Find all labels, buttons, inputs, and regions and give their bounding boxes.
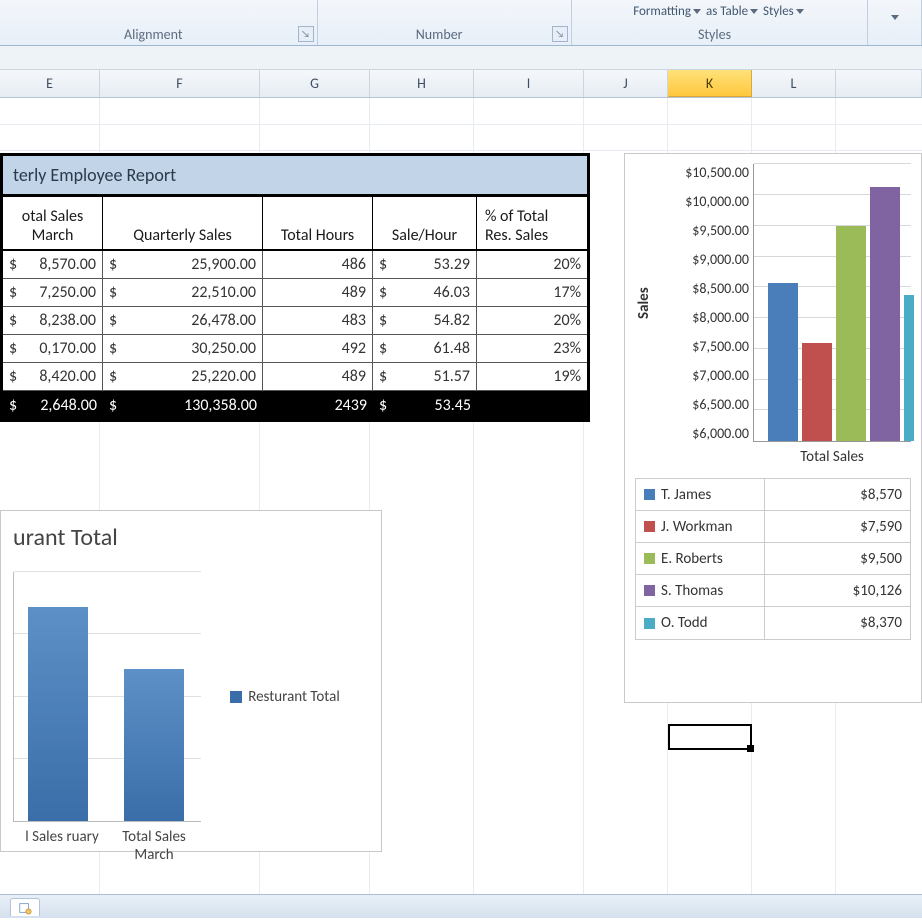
chart2-plot <box>753 164 911 442</box>
col-header-K[interactable]: K <box>668 70 752 97</box>
table-row[interactable]: $7,250.00 $22,510.00 489 $46.03 17% <box>3 279 587 307</box>
chart2-bar-sthomas <box>870 187 900 441</box>
styles-astable-button[interactable]: as Table <box>706 4 748 19</box>
chevron-down-icon[interactable] <box>796 9 804 14</box>
styles-formatting-button[interactable]: Formatting <box>633 4 691 19</box>
dialog-launcher-alignment[interactable]: ↘ <box>298 26 314 42</box>
sales-chart[interactable]: Sales $10,500.00 $10,000.00 $9,500.00 $9… <box>624 153 922 703</box>
table-row[interactable]: $0,170.00 $30,250.00 492 $61.48 23% <box>3 335 587 363</box>
column-headers: E F G H I J K L <box>0 70 922 98</box>
restaurant-total-chart[interactable]: urant Total Resturant Total l Sales ruar… <box>0 510 382 852</box>
table-header-row: otal SalesMarch Quarterly Sales Total Ho… <box>3 197 587 251</box>
legend-row: S. Thomas $10,126 <box>636 575 910 607</box>
ribbon-group-number: Number ↘ <box>318 0 572 45</box>
col-header-H[interactable]: H <box>370 70 474 97</box>
square-icon <box>644 585 655 596</box>
chart2-category-label: Total Sales <box>753 448 911 466</box>
chevron-down-icon[interactable] <box>693 9 701 14</box>
ribbon-label-styles: Styles <box>572 26 857 43</box>
col-header-E[interactable]: E <box>0 70 100 97</box>
sheet-icon <box>18 901 32 915</box>
chart2-bar-jworkman <box>802 343 832 441</box>
legend-row: O. Todd $8,370 <box>636 607 910 639</box>
hdr-sale-per-hour: Sale/Hour <box>373 197 477 251</box>
chart1-legend: Resturant Total <box>201 572 369 822</box>
employee-report-table: terly Employee Report otal SalesMarch Qu… <box>0 153 590 422</box>
col-header-J[interactable]: J <box>584 70 668 97</box>
ribbon-group-styles: Formatting as Table Styles Styles <box>572 0 868 45</box>
chart1-plot <box>13 572 201 822</box>
chart2-bar-eroberts <box>836 226 866 442</box>
chart1-bar-feb <box>28 607 88 821</box>
new-sheet-tab[interactable] <box>10 898 40 916</box>
ribbon-group-more <box>868 0 922 45</box>
square-icon <box>644 553 655 564</box>
table-total-row: $2,648.00 $130,358.00 2439 $53.45 <box>3 391 587 419</box>
square-icon <box>230 691 242 703</box>
table-row[interactable]: $8,238.00 $26,478.00 483 $54.82 20% <box>3 307 587 335</box>
hdr-pct-res-sales: % of TotalRes. Sales <box>477 197 587 251</box>
col-header-M[interactable] <box>836 70 922 97</box>
formula-bar-strip <box>0 46 922 70</box>
col-header-F[interactable]: F <box>100 70 260 97</box>
ribbon: Alignment ↘ Number ↘ Formatting as Table… <box>0 0 922 46</box>
square-icon <box>644 521 655 532</box>
fill-handle[interactable] <box>747 745 754 752</box>
col-header-I[interactable]: I <box>474 70 584 97</box>
legend-row: T. James $8,570 <box>636 479 910 511</box>
hdr-quarterly-sales: Quarterly Sales <box>103 197 263 251</box>
chart2-y-ticks: $10,500.00 $10,000.00 $9,500.00 $9,000.0… <box>657 164 753 442</box>
square-icon <box>644 489 655 500</box>
table-title: terly Employee Report <box>3 156 587 197</box>
col-header-G[interactable]: G <box>260 70 370 97</box>
styles-styles-button[interactable]: Styles <box>763 4 794 19</box>
table-row[interactable]: $8,420.00 $25,220.00 489 $51.57 19% <box>3 363 587 391</box>
square-icon <box>644 618 655 629</box>
hdr-march-sales: otal SalesMarch <box>3 197 103 251</box>
chart2-bar-tjames <box>768 283 798 441</box>
chevron-down-icon[interactable] <box>891 15 899 20</box>
chart1-title: urant Total <box>13 523 369 552</box>
chart2-y-axis-label: Sales <box>635 164 657 442</box>
ribbon-group-alignment: Alignment ↘ <box>0 0 318 45</box>
ribbon-label-number: Number <box>318 26 561 43</box>
chart1-categories: l Sales ruary Total Sales March <box>13 828 369 864</box>
worksheet[interactable]: terly Employee Report otal SalesMarch Qu… <box>0 98 922 918</box>
table-row[interactable]: $8,570.00 $25,900.00 486 $53.29 20% <box>3 251 587 279</box>
active-cell[interactable] <box>668 724 752 750</box>
dialog-launcher-number[interactable]: ↘ <box>552 26 568 42</box>
chart2-bar-otodd <box>904 295 914 441</box>
ribbon-label-alignment: Alignment <box>0 26 307 43</box>
chart2-legend-table: T. James $8,570 J. Workman $7,590 E. Rob… <box>635 478 911 640</box>
legend-row: J. Workman $7,590 <box>636 511 910 543</box>
hdr-total-hours: Total Hours <box>263 197 373 251</box>
chart1-bar-mar <box>124 669 184 821</box>
status-bar <box>0 894 922 918</box>
chevron-down-icon[interactable] <box>750 9 758 14</box>
col-header-L[interactable]: L <box>752 70 836 97</box>
legend-row: E. Roberts $9,500 <box>636 543 910 575</box>
